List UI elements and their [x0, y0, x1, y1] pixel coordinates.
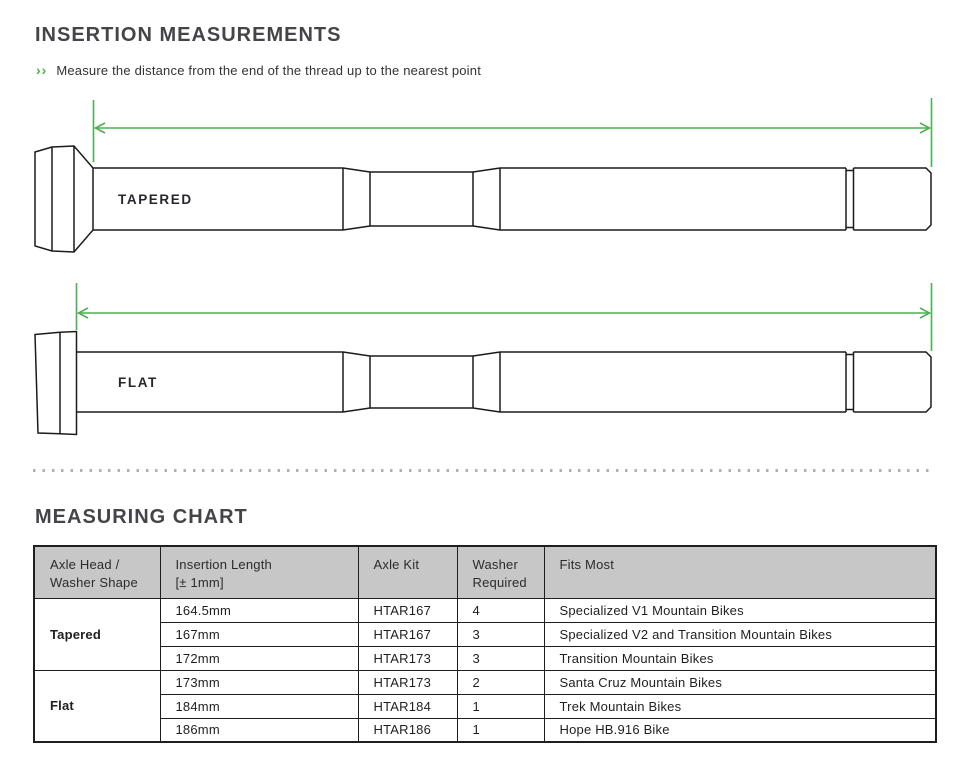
flat-label: FLAT [118, 375, 158, 390]
cell-fits-most: Specialized V2 and Transition Mountain B… [544, 622, 936, 646]
cell-washer-required: 1 [457, 694, 544, 718]
flat-axle-diagram: FLAT [0, 278, 970, 448]
cell-fits-most: Santa Cruz Mountain Bikes [544, 670, 936, 694]
col-header-axle-head: Axle Head / Washer Shape [34, 546, 160, 598]
group-label-flat: Flat [34, 670, 160, 742]
cell-washer-required: 3 [457, 646, 544, 670]
col-header-axle-kit: Axle Kit [358, 546, 457, 598]
table-row: 172mm HTAR173 3 Transition Mountain Bike… [34, 646, 936, 670]
cell-axle-kit: HTAR184 [358, 694, 457, 718]
cell-axle-kit: HTAR186 [358, 718, 457, 742]
section-title-insertion-measurements: INSERTION MEASUREMENTS [35, 24, 341, 47]
section-title-measuring-chart: MEASURING CHART [35, 506, 248, 529]
table-header-row: Axle Head / Washer Shape Insertion Lengt… [34, 546, 936, 598]
cell-washer-required: 3 [457, 622, 544, 646]
cell-axle-kit: HTAR173 [358, 646, 457, 670]
cell-fits-most: Trek Mountain Bikes [544, 694, 936, 718]
axle-outline [35, 332, 931, 435]
measuring-chart-table: Axle Head / Washer Shape Insertion Lengt… [33, 545, 937, 743]
cell-insertion-length: 184mm [160, 694, 358, 718]
axle-thread-end [854, 352, 932, 412]
group-label-tapered: Tapered [34, 598, 160, 670]
cell-insertion-length: 164.5mm [160, 598, 358, 622]
cell-axle-kit: HTAR167 [358, 622, 457, 646]
cell-axle-kit: HTAR173 [358, 670, 457, 694]
cell-insertion-length: 186mm [160, 718, 358, 742]
chevron-right-icon: ›› [36, 62, 47, 78]
table-row: 167mm HTAR167 3 Specialized V2 and Trans… [34, 622, 936, 646]
axle-thread-end [854, 168, 932, 230]
tapered-label: TAPERED [118, 192, 193, 207]
cell-fits-most: Transition Mountain Bikes [544, 646, 936, 670]
cell-axle-kit: HTAR167 [358, 598, 457, 622]
dotted-divider [33, 469, 935, 472]
cell-insertion-length: 173mm [160, 670, 358, 694]
table-row: Tapered 164.5mm HTAR167 4 Specialized V1… [34, 598, 936, 622]
cell-washer-required: 4 [457, 598, 544, 622]
table-row: Flat 173mm HTAR173 2 Santa Cruz Mountain… [34, 670, 936, 694]
table-row: 184mm HTAR184 1 Trek Mountain Bikes [34, 694, 936, 718]
cell-fits-most: Hope HB.916 Bike [544, 718, 936, 742]
axle-head-tapered [35, 146, 93, 252]
cell-fits-most: Specialized V1 Mountain Bikes [544, 598, 936, 622]
col-header-washer-required: Washer Required [457, 546, 544, 598]
table-row: 186mm HTAR186 1 Hope HB.916 Bike [34, 718, 936, 742]
measurement-arrow [77, 283, 932, 351]
cell-washer-required: 2 [457, 670, 544, 694]
axle-head-flat [35, 332, 77, 435]
instruction-label: Measure the distance from the end of the… [56, 63, 481, 78]
measurement-arrow [94, 98, 932, 167]
manual-page: INSERTION MEASUREMENTS ›› Measure the dis… [0, 0, 970, 776]
instruction-text: ›› Measure the distance from the end of t… [36, 62, 481, 78]
col-header-insertion-length: Insertion Length [± 1mm] [160, 546, 358, 598]
col-header-fits-most: Fits Most [544, 546, 936, 598]
cell-washer-required: 1 [457, 718, 544, 742]
cell-insertion-length: 172mm [160, 646, 358, 670]
tapered-axle-diagram: TAPERED [0, 95, 970, 270]
cell-insertion-length: 167mm [160, 622, 358, 646]
